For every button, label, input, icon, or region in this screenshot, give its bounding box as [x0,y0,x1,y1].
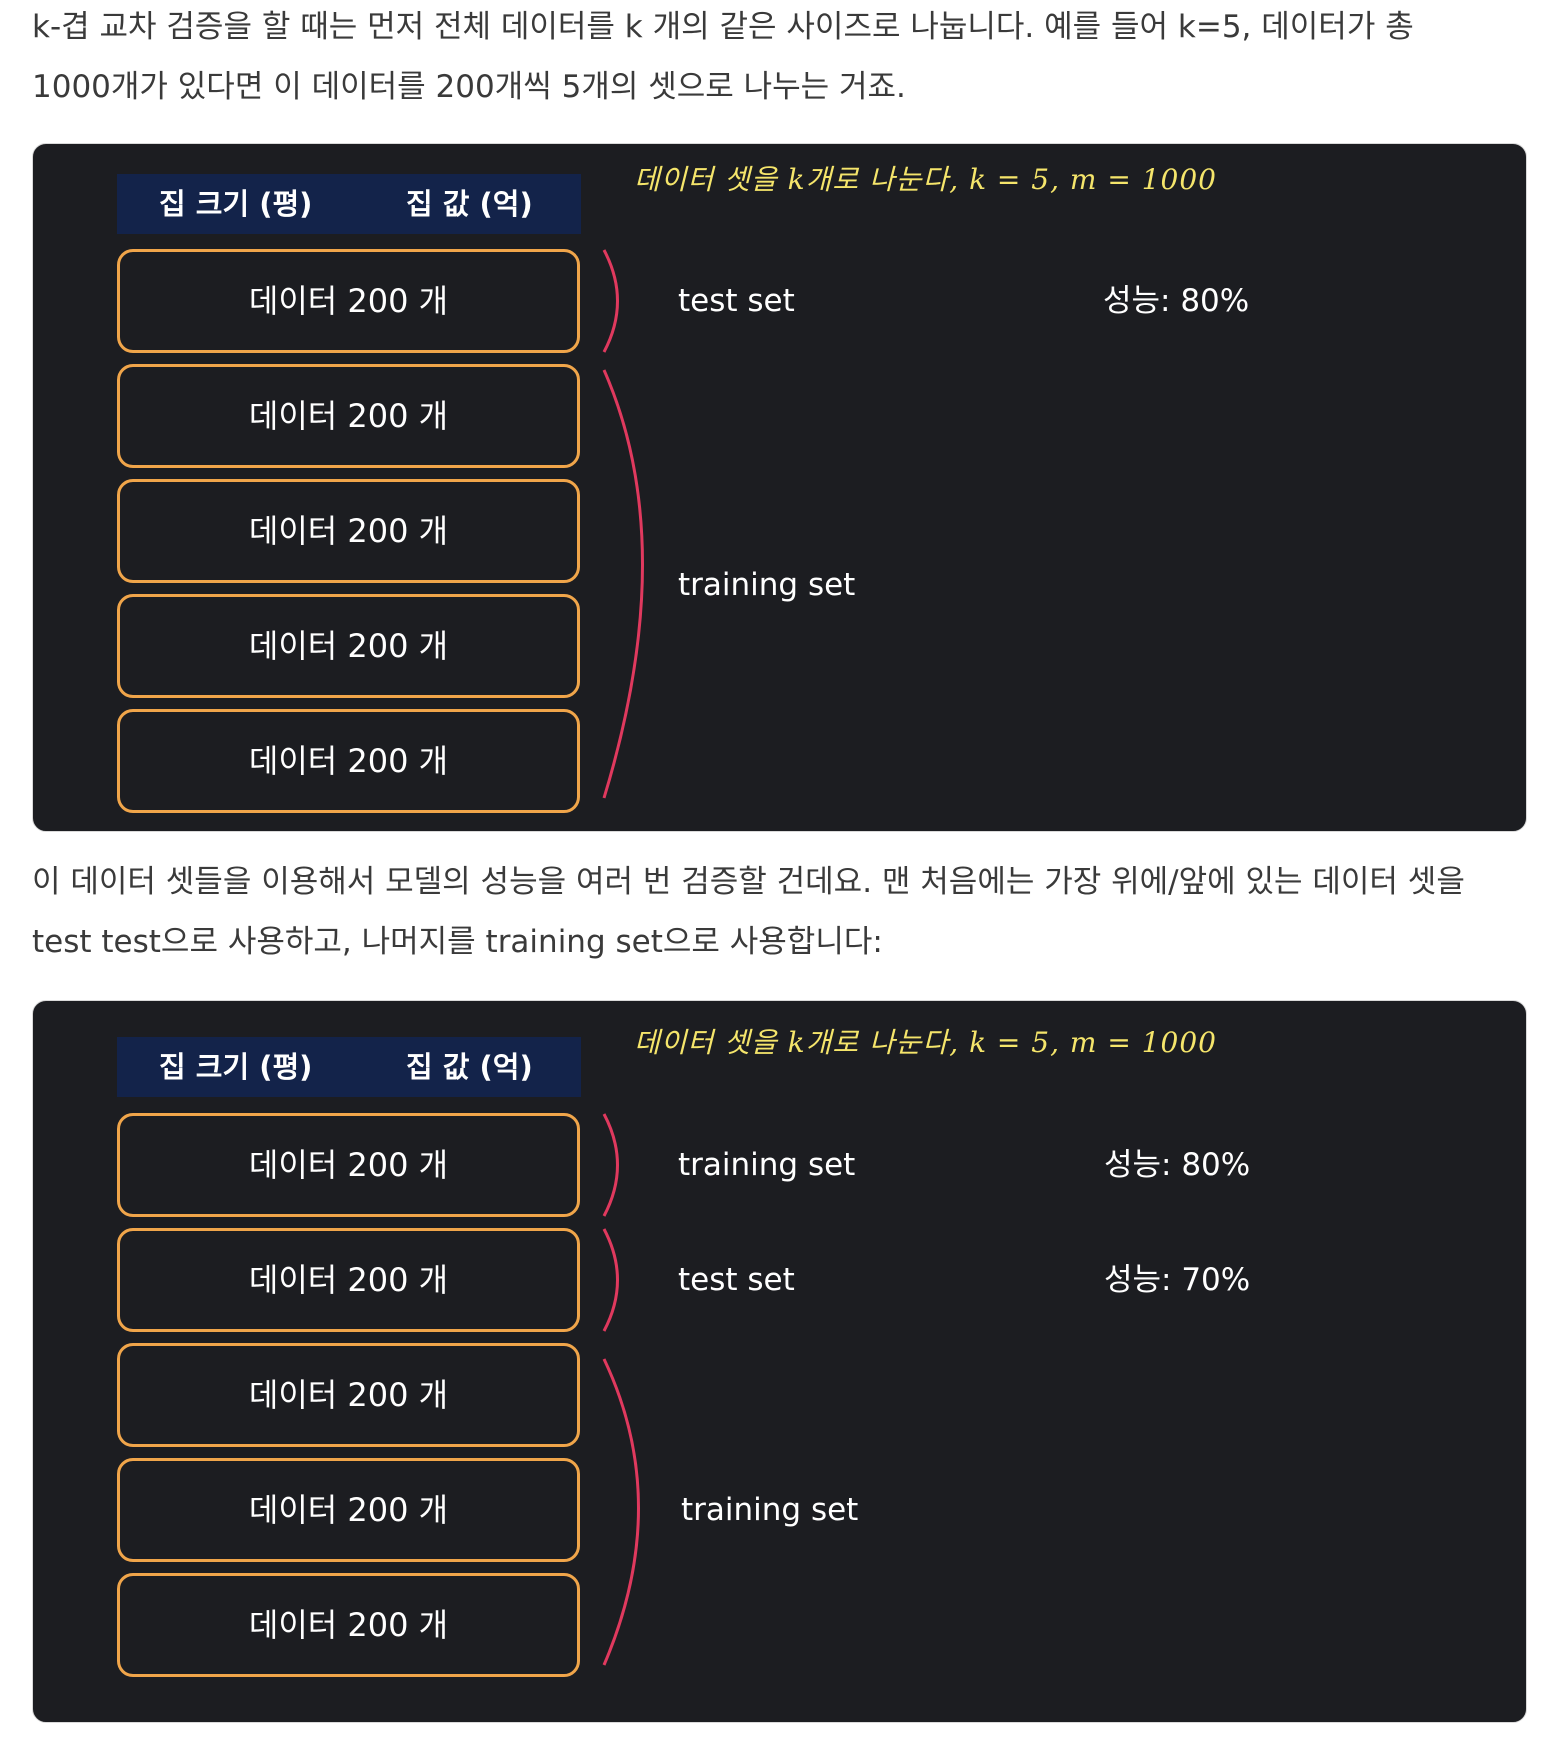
test-set-label: test set [678,283,795,319]
training-set-bracket [602,369,644,799]
kfold-diagram-2: 집 크기 (평) 집 값 (억) 데이터 셋을 k개로 나눈다, k = 5, … [32,1000,1527,1723]
fold-brackets [602,1113,640,1666]
intro-line-1: k-겹 교차 검증을 할 때는 먼저 전체 데이터를 k 개의 같은 사이즈로 … [32,9,1414,45]
second-paragraph: 이 데이터 셋들을 이용해서 모델의 성능을 여러 번 검증할 건데요. 맨 처… [32,852,1532,972]
test-set-bracket [602,249,619,353]
second-line-2: test test으로 사용하고, 나머지를 training set으로 사용… [32,924,883,960]
second-line-1: 이 데이터 셋들을 이용해서 모델의 성능을 여러 번 검증할 건데요. 맨 처… [32,864,1465,900]
kfold-diagram-1: 집 크기 (평) 집 값 (억) 데이터 셋을 k개로 나눈다, k = 5, … [32,143,1527,832]
training-set-bracket-bottom [602,1358,640,1666]
performance-label: 성능: 80% [1103,283,1250,319]
performance-label-1: 성능: 80% [1104,1147,1251,1183]
test-set-label: test set [678,1262,795,1298]
fold-brackets [602,249,644,799]
training-set-label: training set [678,567,856,603]
test-set-bracket [602,1228,619,1332]
training-set-bracket-top [602,1113,619,1217]
training-set-label-top: training set [678,1147,856,1183]
performance-label-2: 성능: 70% [1104,1262,1251,1298]
intro-paragraph: k-겹 교차 검증을 할 때는 먼저 전체 데이터를 k 개의 같은 사이즈로 … [32,0,1532,117]
intro-line-2: 1000개가 있다면 이 데이터를 200개씩 5개의 셋으로 나누는 거죠. [32,69,906,105]
training-set-label-bottom: training set [681,1492,859,1528]
